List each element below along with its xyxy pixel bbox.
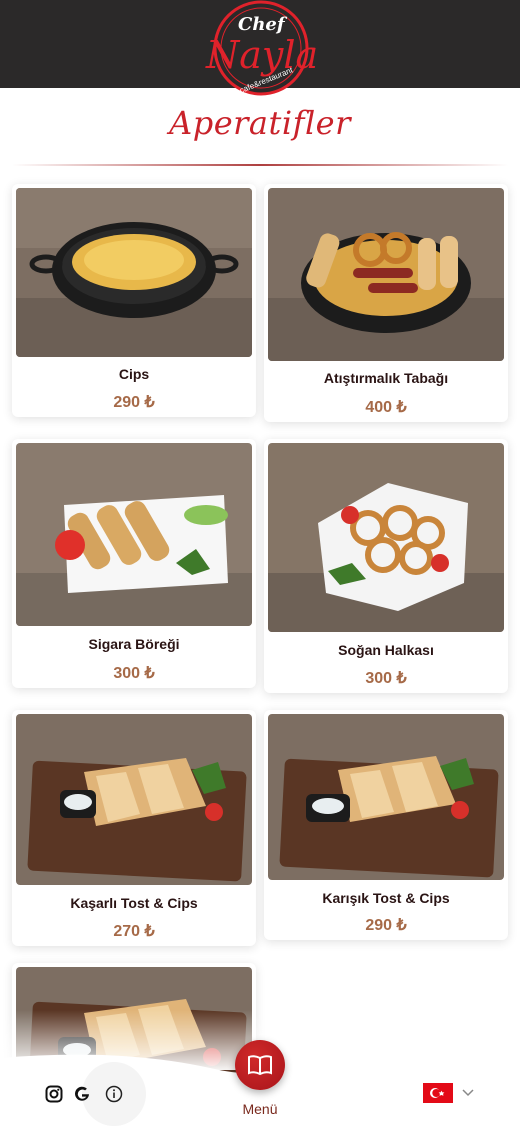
restaurant-logo[interactable]: Chef Nayla cafe&restaurant (198, 0, 324, 100)
menu-label[interactable]: Menü (220, 1101, 300, 1117)
menu-item-card[interactable]: Kaşarlı Tost & Cips 270 ₺ (12, 710, 256, 946)
item-price: 300 ₺ (113, 665, 155, 682)
item-price: 400 ₺ (365, 399, 407, 416)
food-photo (268, 188, 504, 361)
item-price: 270 ₺ (113, 923, 155, 940)
food-photo (16, 714, 252, 885)
instagram-icon[interactable] (42, 1082, 66, 1106)
food-photo (268, 714, 504, 880)
menu-item-card[interactable]: Cips 290 ₺ (12, 184, 256, 417)
item-name: Atıştırmalık Tabağı (323, 370, 449, 386)
item-price: 300 ₺ (365, 670, 407, 687)
google-icon[interactable] (70, 1082, 94, 1106)
item-name: Cips (118, 366, 150, 382)
section-title: Aperatifler (169, 104, 351, 142)
menu-item-card[interactable]: Atıştırmalık Tabağı 400 ₺ (264, 184, 508, 422)
item-price: 290 ₺ (113, 394, 155, 411)
menu-item-card[interactable]: Sigara Böreği 300 ₺ (12, 439, 256, 688)
item-name: Soğan Halkası (338, 642, 434, 658)
svg-text:Nayla: Nayla (205, 33, 318, 77)
item-name: Sigara Böreği (88, 636, 180, 652)
food-photo (16, 443, 252, 626)
info-icon[interactable] (102, 1082, 126, 1106)
chevron-down-icon[interactable] (460, 1084, 476, 1100)
menu-button[interactable] (235, 1040, 285, 1090)
section-divider (12, 164, 508, 166)
item-price: 290 ₺ (365, 917, 407, 934)
turkey-flag-icon[interactable] (423, 1083, 453, 1103)
menu-book-icon (248, 1055, 272, 1076)
item-name: Kaşarlı Tost & Cips (70, 895, 198, 911)
menu-item-card[interactable]: Soğan Halkası 300 ₺ (264, 439, 508, 693)
food-photo (268, 443, 504, 632)
svg-text:Chef: Chef (238, 14, 288, 35)
menu-item-card[interactable]: Karışık Tost & Cips 290 ₺ (264, 710, 508, 940)
item-name: Karışık Tost & Cips (322, 890, 450, 906)
food-photo (16, 188, 252, 357)
